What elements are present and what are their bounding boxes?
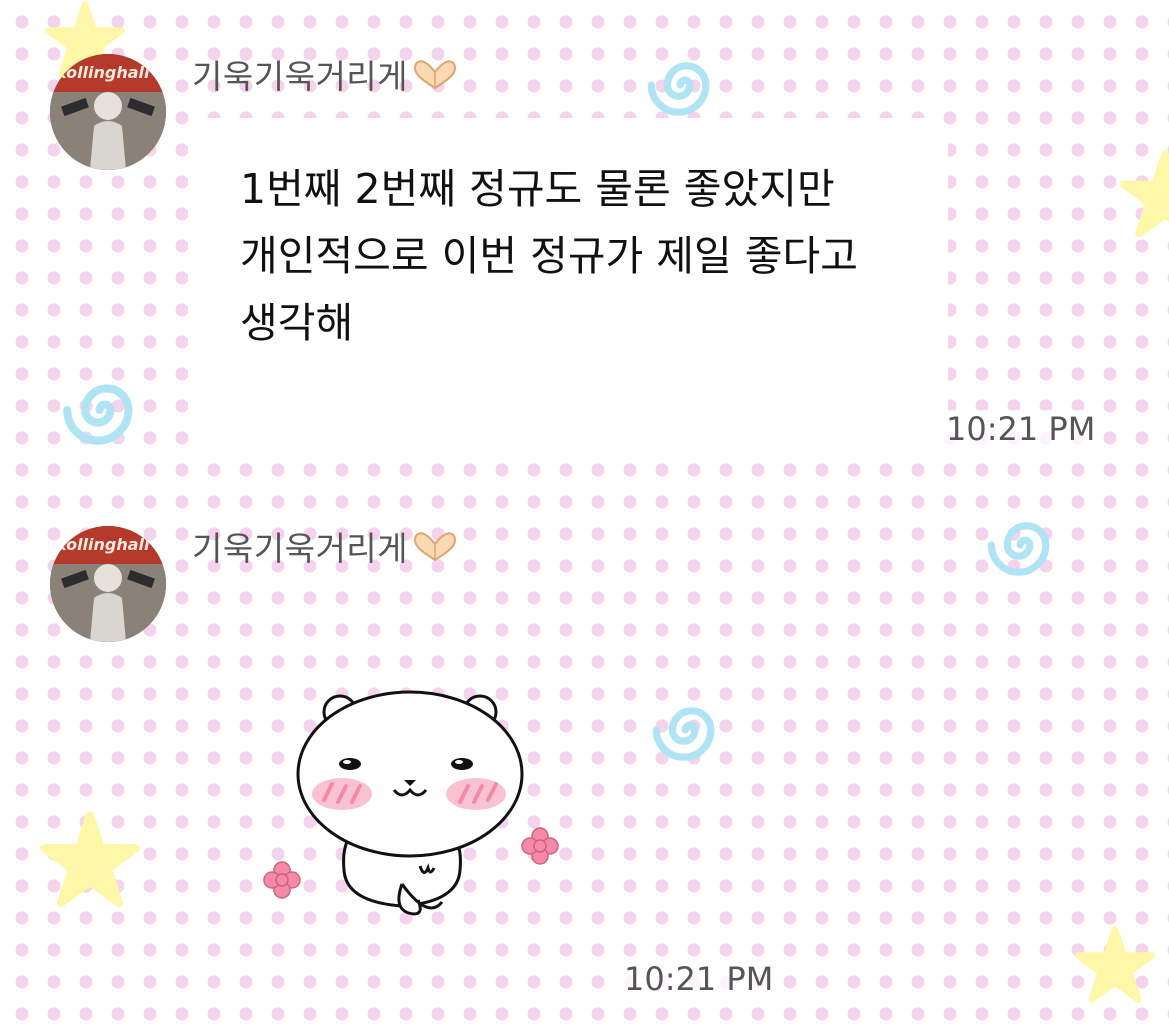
swirl-decoration-icon [987, 522, 1050, 576]
avatar[interactable]: kollinghall [50, 54, 166, 170]
profile-photo: kollinghall [50, 54, 166, 170]
sender-name-text: 기욱기욱거리게 [192, 57, 409, 96]
blushing-bear-sticker[interactable] [252, 680, 572, 944]
heart-hands-icon [412, 58, 458, 100]
svg-text:kollinghall: kollinghall [56, 63, 150, 82]
star-decoration-icon [1075, 925, 1155, 1003]
sender-name-text: 기욱기욱거리게 [192, 529, 409, 568]
sender-name: 기욱기욱거리게 [192, 50, 458, 100]
heart-hands-icon [412, 530, 458, 572]
avatar[interactable]: kollinghall [50, 526, 166, 642]
star-decoration-icon [1120, 150, 1169, 238]
swirl-decoration-icon [652, 707, 715, 761]
message-timestamp: 10:21 PM [620, 960, 778, 998]
svg-text:kollinghall: kollinghall [56, 535, 150, 554]
star-decoration-icon [40, 811, 140, 907]
swirl-decoration-icon [63, 384, 133, 445]
profile-photo: kollinghall [50, 526, 166, 642]
sender-name: 기욱기욱거리게 [192, 522, 458, 572]
swirl-decoration-icon [647, 62, 710, 116]
message-timestamp: 10:21 PM [942, 410, 1100, 448]
message-text: 1번째 2번째 정규도 물론 좋았지만 개인적으로 이번 정규가 제일 좋다고 … [240, 165, 858, 347]
